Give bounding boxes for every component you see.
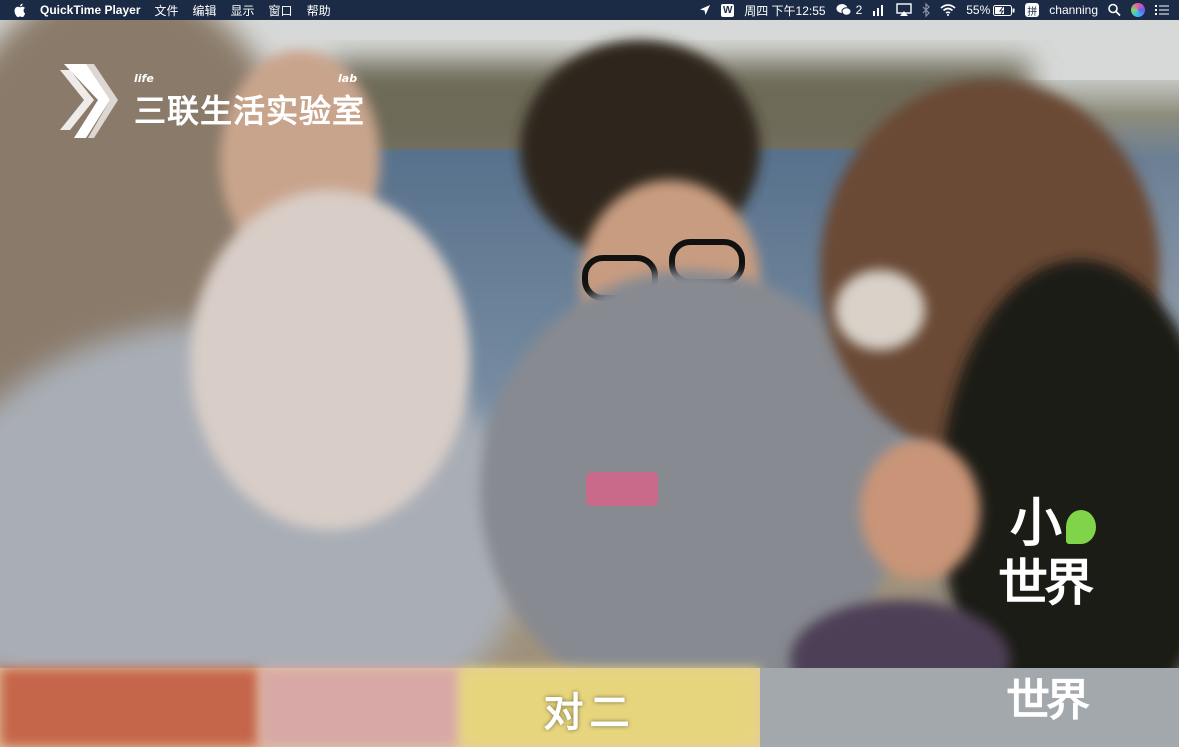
watermark-leaf-icon [1066, 510, 1096, 544]
menu-edit[interactable]: 编辑 [193, 2, 217, 19]
video-player[interactable]: life lab 三联生活实验室 小 世界 对二 世界 [0, 20, 1179, 747]
input-method-icon[interactable]: 拼 [1025, 3, 1040, 18]
wechat-icon [836, 4, 852, 16]
watermark-line2: 世界 [998, 554, 1094, 612]
wechat-status[interactable]: 2 [836, 2, 863, 18]
battery-status[interactable]: 55% [966, 2, 1015, 18]
video-subtitle: 对二 [543, 690, 636, 736]
menu-bar-left: QuickTime Player 文件 编辑 显示 窗口 帮助 [14, 2, 345, 19]
battery-percent: 55% [966, 3, 991, 17]
airplay-icon[interactable] [896, 2, 912, 18]
channel-logo: life lab 三联生活实验室 [60, 60, 380, 142]
menu-bar: QuickTime Player 文件 编辑 显示 窗口 帮助 W 周四 下午1… [0, 0, 1179, 20]
menu-view[interactable]: 显示 [231, 2, 255, 19]
wifi-icon[interactable] [940, 2, 956, 18]
menu-user[interactable]: channing [1049, 3, 1098, 17]
menu-window[interactable]: 窗口 [269, 2, 293, 19]
logo-title: 三联生活实验室 [134, 92, 366, 130]
menu-help[interactable]: 帮助 [307, 2, 331, 19]
control-center-icon[interactable] [1155, 2, 1169, 18]
network-activity-icon[interactable] [872, 2, 886, 18]
battery-icon [993, 4, 1015, 16]
watermark-line1: 小 [1010, 494, 1063, 554]
wechat-count: 2 [855, 3, 863, 17]
menu-bar-right: W 周四 下午12:55 2 55% 拼 channing [689, 2, 1169, 19]
show-watermark: 小 世界 [998, 498, 1108, 648]
apple-icon[interactable] [14, 3, 26, 17]
watermark-echo: 世界 [1006, 675, 1090, 726]
menu-file[interactable]: 文件 [155, 2, 179, 19]
logo-subtext-right: lab [338, 72, 358, 85]
menu-datetime[interactable]: 周四 下午12:55 [744, 2, 825, 19]
chevron-logo-icon [60, 64, 118, 138]
location-arrow-icon[interactable] [699, 2, 711, 18]
logo-subtext-left: life [134, 72, 154, 85]
spotlight-search-icon[interactable] [1108, 2, 1121, 18]
wps-w-icon[interactable]: W [721, 3, 735, 17]
menu-app-name[interactable]: QuickTime Player [40, 3, 141, 17]
bluetooth-icon[interactable] [922, 2, 931, 18]
siri-icon[interactable] [1131, 3, 1145, 17]
